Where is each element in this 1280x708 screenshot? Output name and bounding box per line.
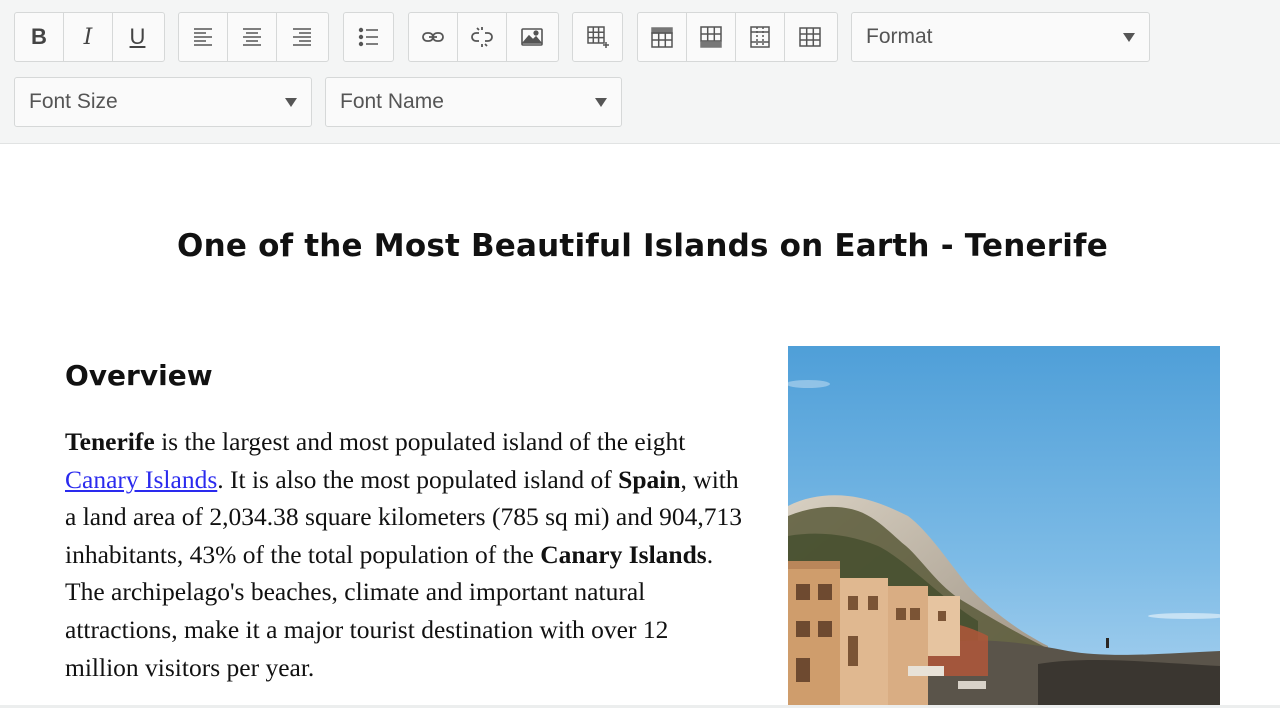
bold-text: Canary Islands [540,539,707,569]
insert-row-below-button[interactable] [687,13,736,61]
unlink-icon [471,27,493,47]
underline-icon: U [129,24,146,49]
column-icon [750,26,770,48]
table-edit-group [637,12,838,62]
bold-icon: B [31,24,47,49]
align-right-icon [292,28,311,46]
italic-button[interactable]: I [64,13,113,61]
canary-islands-link[interactable]: Canary Islands [65,465,217,494]
image-icon [520,28,543,46]
row-below-icon [700,26,722,48]
align-center-button[interactable] [228,13,277,61]
bullet-list-icon [358,27,378,47]
bold-button[interactable]: B [15,13,64,61]
chevron-down-icon [1123,32,1135,42]
text-style-group: B I U [14,12,165,62]
table-insert-group [572,12,623,62]
bold-text: Tenerife [65,427,155,456]
bullet-list-button[interactable] [344,13,393,61]
overview-paragraph: Tenerife is the largest and most populat… [65,423,745,686]
font-name-dropdown[interactable]: Font Name [325,77,622,127]
coastal-village-image [788,346,1220,706]
format-dropdown-label: Format [866,25,933,48]
editor-content-area[interactable]: One of the Most Beautiful Islands on Ear… [0,144,1280,706]
row-above-icon [651,27,673,48]
insert-image-button[interactable] [507,13,556,61]
remove-link-button[interactable] [458,13,507,61]
section-heading: Overview [65,359,213,392]
font-size-dropdown-label: Font Size [29,90,118,113]
insert-link-button[interactable] [409,13,458,61]
insert-table-icon [586,26,609,48]
chevron-down-icon [285,97,297,107]
link-icon [422,32,444,42]
align-center-icon [243,28,261,46]
document-title: One of the Most Beautiful Islands on Ear… [177,228,1108,264]
paragraph-text: . It is also the most populated island o… [217,464,619,494]
table-icon [798,27,821,47]
table-properties-button[interactable] [785,13,834,61]
paragraph-text: is the largest and most populated island… [154,427,686,456]
chevron-down-icon [595,97,607,107]
align-left-button[interactable] [179,13,228,61]
align-right-button[interactable] [277,13,326,61]
insert-row-above-button[interactable] [638,13,687,61]
alignment-group [178,12,329,62]
tenerife-photo[interactable] [788,346,1220,706]
insert-column-button[interactable] [736,13,785,61]
font-name-dropdown-label: Font Name [340,90,444,113]
insert-table-button[interactable] [573,13,622,61]
editor-toolbar: B I U Format Font Size Font Name [0,0,1280,144]
italic-icon: I [83,24,93,50]
insert-group [408,12,559,62]
align-left-icon [194,28,212,46]
font-size-dropdown[interactable]: Font Size [14,77,312,127]
format-dropdown[interactable]: Format [851,12,1150,62]
underline-button[interactable]: U [113,13,162,61]
list-group [343,12,394,62]
bold-text: Spain [618,464,681,494]
